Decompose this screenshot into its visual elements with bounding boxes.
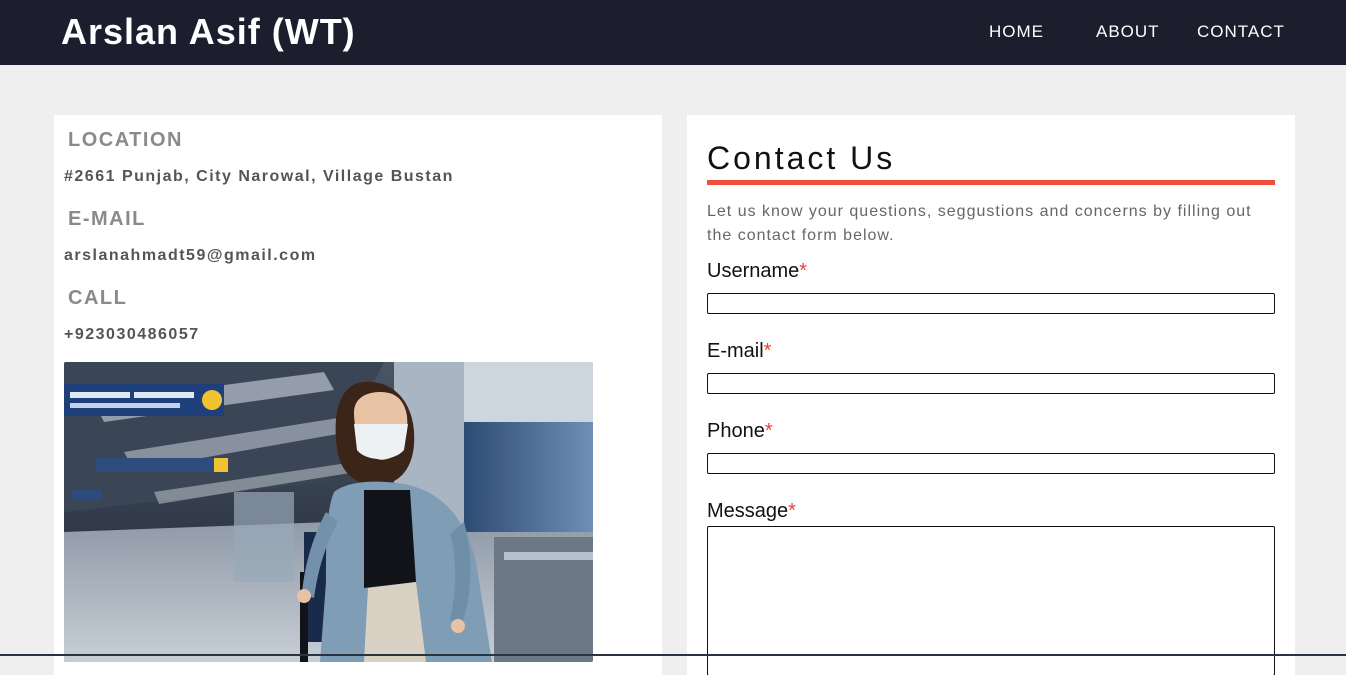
email-label: E-mail* <box>707 339 771 363</box>
call-heading: CALL <box>68 287 128 309</box>
location-heading: LOCATION <box>68 129 183 151</box>
email-heading: E-MAIL <box>68 208 146 230</box>
username-label: Username* <box>707 259 807 283</box>
phone-label-text: Phone <box>707 420 765 442</box>
email-input[interactable] <box>707 373 1275 394</box>
required-marker: * <box>788 500 796 522</box>
contact-intro-text: Let us know your questions, seggustions … <box>707 203 1252 244</box>
call-value: +923030486057 <box>64 326 200 343</box>
required-marker: * <box>764 420 773 442</box>
contact-form-panel: Contact Us Let us know your questions, s… <box>687 115 1295 675</box>
site-brand[interactable]: Arslan Asif (WT) <box>61 10 356 54</box>
message-label-text: Message <box>707 500 789 522</box>
email-label-text: E-mail <box>707 340 764 362</box>
title-underline <box>707 180 1275 185</box>
location-value: #2661 Punjab, City Narowal, Village Bust… <box>64 168 454 185</box>
contact-title: Contact Us <box>707 140 896 176</box>
nav-contact-link[interactable]: CONTACT <box>1197 22 1285 42</box>
phone-label: Phone* <box>707 419 773 443</box>
message-label: Message* <box>707 499 796 523</box>
required-marker: * <box>763 340 772 362</box>
top-navbar: Arslan Asif (WT) HOME ABOUT CONTACT <box>0 0 1346 65</box>
nav-home-link[interactable]: HOME <box>989 22 1044 42</box>
required-marker: * <box>799 260 808 282</box>
username-input[interactable] <box>707 293 1275 314</box>
email-value: arslanahmadt59@gmail.com <box>64 247 317 264</box>
username-label-text: Username <box>707 260 800 282</box>
woman-airport-photo <box>64 362 593 662</box>
message-textarea[interactable] <box>707 526 1275 675</box>
nav-about-link[interactable]: ABOUT <box>1096 22 1160 42</box>
contact-info-panel: LOCATION #2661 Punjab, City Narowal, Vil… <box>54 115 662 675</box>
phone-input[interactable] <box>707 453 1275 474</box>
